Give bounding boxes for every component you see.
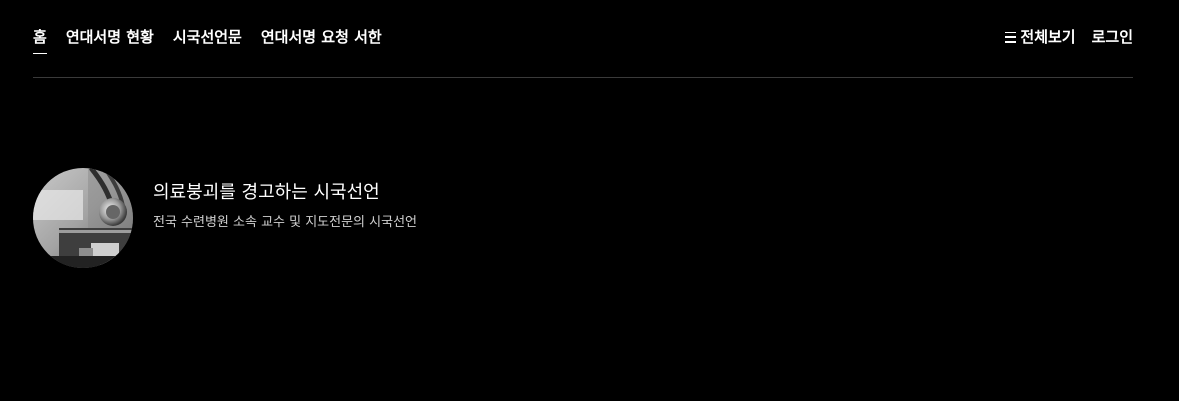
main-menu: 홈 연대서명 현황 시국선언문 연대서명 요청 서한: [33, 26, 382, 54]
feature-card[interactable]: 의료붕괴를 경고하는 시국선언 전국 수련병원 소속 교수 및 지도전문의 시국…: [33, 168, 417, 268]
feature-card-text: 의료붕괴를 경고하는 시국선언 전국 수련병원 소속 교수 및 지도전문의 시국…: [153, 168, 417, 232]
top-navigation: 홈 연대서명 현황 시국선언문 연대서명 요청 서한 전체보기 로그인: [33, 0, 1133, 78]
nav-item-declaration[interactable]: 시국선언문: [173, 26, 242, 48]
view-all-label: 전체보기: [1020, 28, 1076, 46]
nav-item-home[interactable]: 홈: [33, 26, 47, 54]
nav-item-request-letter[interactable]: 연대서명 요청 서한: [261, 26, 382, 48]
hamburger-icon: [1005, 31, 1017, 43]
page: 홈 연대서명 현황 시국선언문 연대서명 요청 서한 전체보기 로그인 의료붕괴…: [0, 0, 1179, 401]
feature-title: 의료붕괴를 경고하는 시국선언: [153, 182, 380, 203]
nav-item-signature-status[interactable]: 연대서명 현황: [66, 26, 154, 48]
stethoscope-photo-thumbnail: [33, 168, 133, 268]
view-all-button[interactable]: 전체보기: [1005, 26, 1076, 48]
feature-subtitle: 전국 수련병원 소속 교수 및 지도전문의 시국선언: [153, 215, 417, 230]
utility-menu: 전체보기 로그인: [1005, 26, 1133, 48]
login-button[interactable]: 로그인: [1092, 26, 1133, 48]
